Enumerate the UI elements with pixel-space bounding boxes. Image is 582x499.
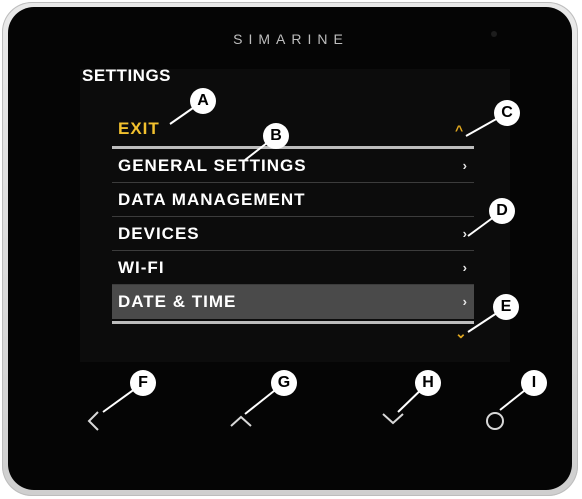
callout-a: A [190, 88, 216, 114]
callout-leaders [102, 100, 535, 415]
callout-e: E [493, 294, 519, 320]
callout-i: I [521, 370, 547, 396]
callout-f: F [130, 370, 156, 396]
callout-h: H [415, 370, 441, 396]
callout-c: C [494, 100, 520, 126]
callout-g: G [271, 370, 297, 396]
callout-b: B [263, 123, 289, 149]
callout-d: D [489, 198, 515, 224]
